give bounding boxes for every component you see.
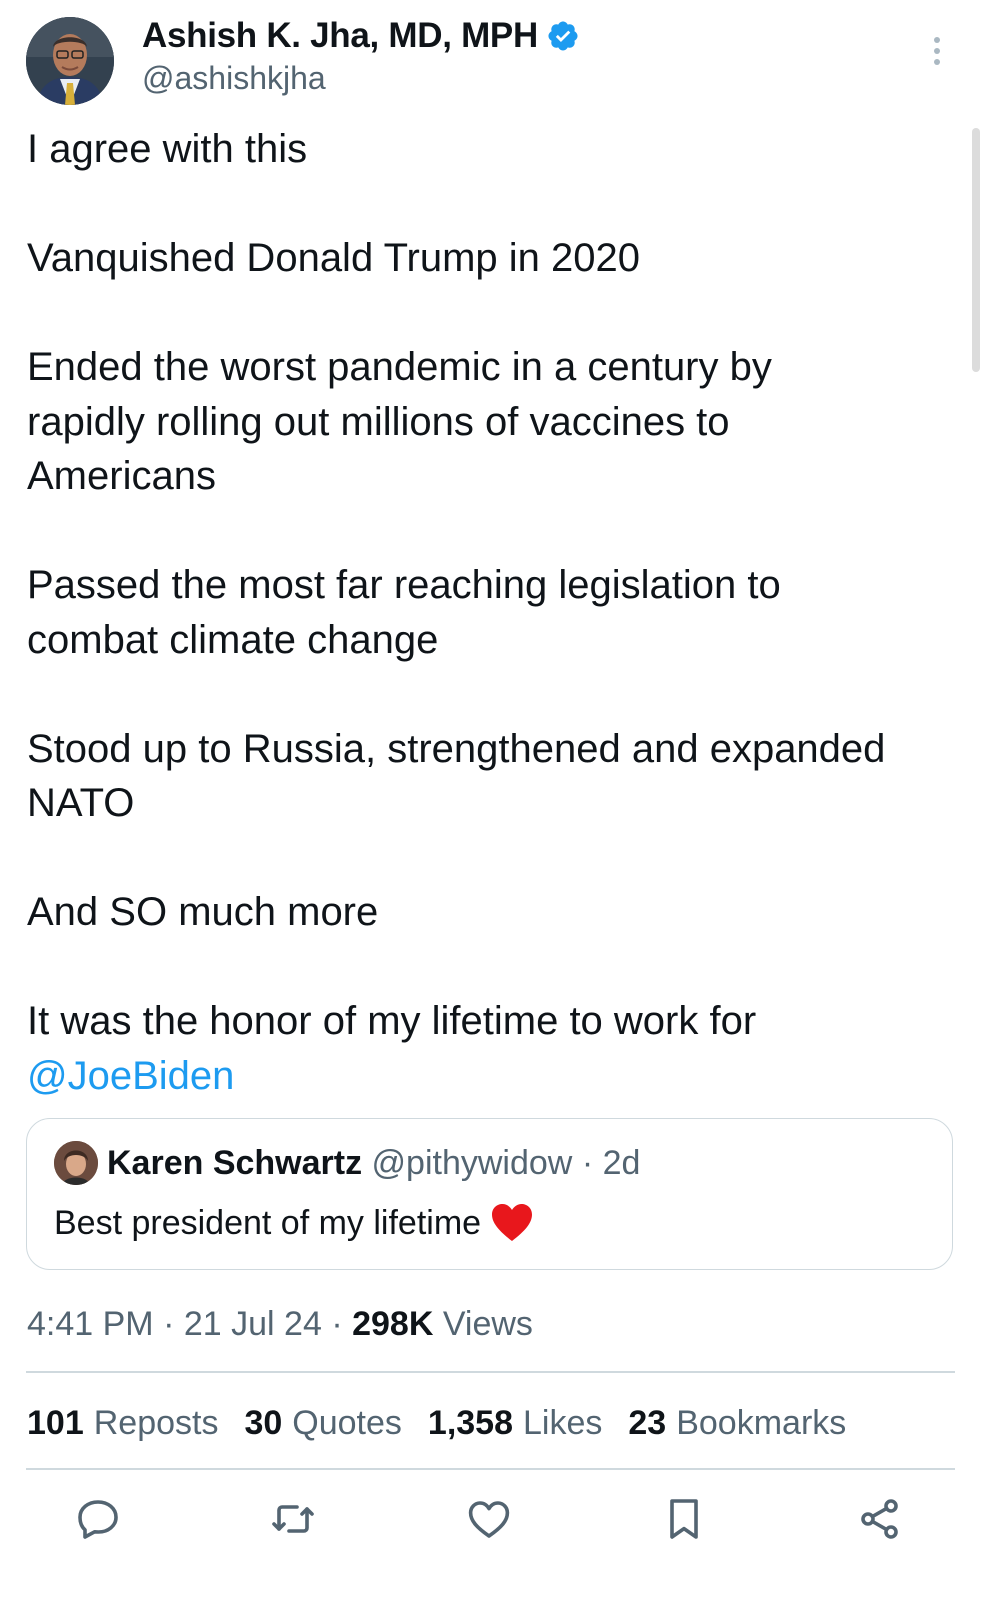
separator-dot: · <box>331 1305 343 1343</box>
tweet-paragraph: It was the honor of my lifetime to work … <box>27 999 757 1043</box>
author-name-text[interactable]: Ashish K. Jha, MD, MPH <box>142 14 538 58</box>
divider <box>26 1371 955 1373</box>
tweet-text: I agree with this Vanquished Donald Trum… <box>27 122 967 1103</box>
reposts-label: Reposts <box>93 1404 219 1442</box>
reposts-stat[interactable]: 101 Reposts <box>27 1401 218 1445</box>
views-count[interactable]: 298K <box>352 1305 433 1343</box>
author-avatar[interactable] <box>26 17 114 105</box>
like-icon[interactable] <box>465 1495 513 1543</box>
quotes-stat[interactable]: 30 Quotes <box>244 1401 401 1445</box>
quoted-tweet-body: Best president of my lifetime <box>54 1204 482 1242</box>
tweet-paragraph: I agree with this <box>27 127 308 171</box>
tweet-paragraph: Ended the worst pandemic in a century by… <box>27 345 772 498</box>
repost-icon[interactable] <box>269 1495 317 1543</box>
divider <box>26 1468 955 1470</box>
separator-dot: · <box>163 1305 175 1343</box>
author-handle[interactable]: @ashishkjha <box>142 57 326 99</box>
views-label[interactable]: Views <box>443 1305 533 1343</box>
quoted-author-handle[interactable]: @pithywidow <box>372 1144 573 1182</box>
tweet-header: Ashish K. Jha, MD, MPH @ashishkjha <box>0 0 1008 115</box>
quoted-author-avatar[interactable] <box>54 1141 98 1185</box>
scrollbar[interactable] <box>972 128 980 372</box>
share-icon[interactable] <box>856 1495 904 1543</box>
author-display-name[interactable]: Ashish K. Jha, MD, MPH <box>142 14 580 58</box>
quoted-tweet-age: 2d <box>602 1144 641 1182</box>
tweet-action-bar <box>0 1495 1008 1555</box>
tweet-timestamp-row: 4:41 PM · 21 Jul 24 · 298K Views <box>27 1302 533 1346</box>
mention-link[interactable]: @JoeBiden <box>27 1054 234 1098</box>
quoted-tweet-text: Best president of my lifetime <box>54 1201 533 1245</box>
red-heart-icon <box>491 1203 533 1243</box>
reposts-count: 101 <box>27 1404 84 1442</box>
likes-count: 1,358 <box>427 1404 514 1442</box>
tweet-date[interactable]: 21 Jul 24 <box>184 1305 322 1343</box>
engagement-stats: 101 Reposts 30 Quotes 1,358 Likes 23 Bookmar… <box>27 1401 872 1445</box>
bookmarks-count: 23 <box>628 1404 667 1442</box>
tweet-paragraph: Vanquished Donald Trump in 2020 <box>27 236 641 280</box>
quotes-label: Quotes <box>292 1404 402 1442</box>
verified-badge-icon <box>546 19 580 53</box>
more-options-icon[interactable] <box>920 34 954 68</box>
separator-dot: · <box>581 1144 594 1182</box>
bookmark-icon[interactable] <box>660 1495 708 1543</box>
quoted-tweet-card[interactable]: Karen Schwartz @pithywidow · 2d Best pre… <box>26 1118 953 1270</box>
quoted-author-name[interactable]: Karen Schwartz <box>107 1144 362 1182</box>
tweet-time[interactable]: 4:41 PM <box>27 1305 154 1343</box>
likes-label: Likes <box>523 1404 603 1442</box>
tweet-paragraph: Passed the most far reaching legislation… <box>27 563 781 662</box>
bookmarks-label: Bookmarks <box>676 1404 847 1442</box>
tweet-paragraph: And SO much more <box>27 890 379 934</box>
reply-icon[interactable] <box>74 1495 122 1543</box>
tweet-paragraph: Stood up to Russia, strengthened and exp… <box>27 726 886 826</box>
quoted-tweet-header: Karen Schwartz @pithywidow · 2d <box>107 1141 640 1185</box>
likes-stat[interactable]: 1,358 Likes <box>428 1401 602 1445</box>
quotes-count: 30 <box>244 1404 283 1442</box>
bookmarks-stat[interactable]: 23 Bookmarks <box>628 1401 846 1445</box>
